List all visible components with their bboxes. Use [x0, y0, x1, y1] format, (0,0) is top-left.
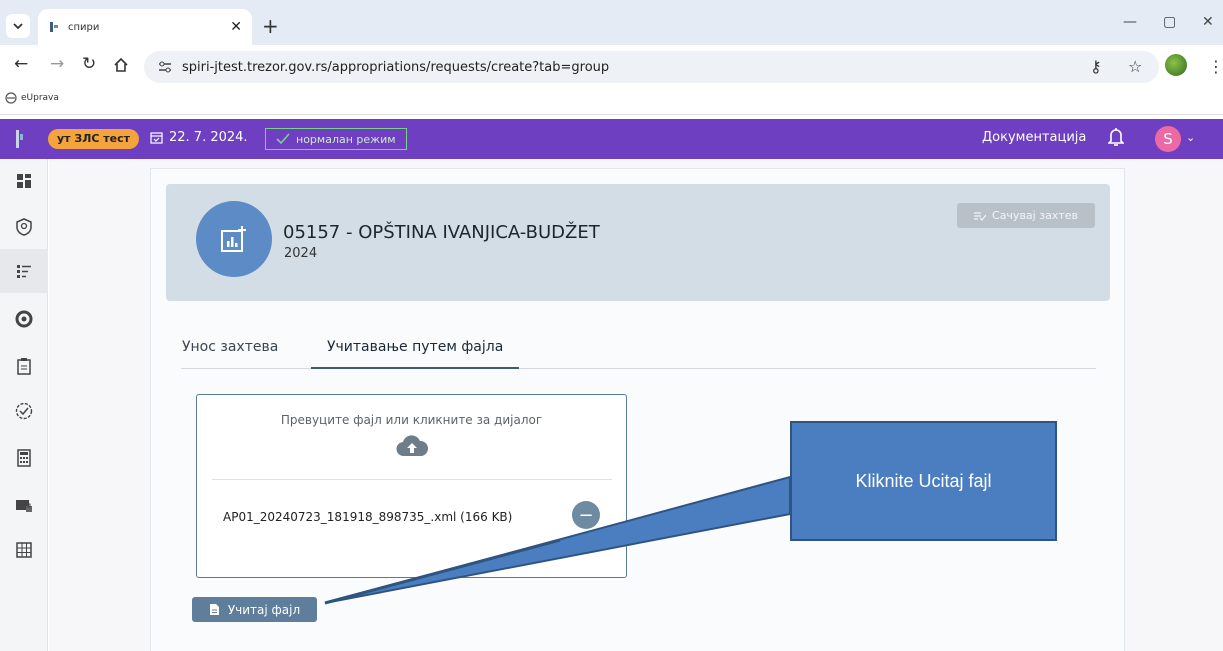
clipboard-icon — [17, 358, 31, 375]
rail-tables[interactable] — [0, 528, 48, 572]
instruction-callout: Kliknite Ucitaj fajl — [790, 421, 1057, 541]
calculator-icon — [17, 449, 31, 467]
tab-manual-entry[interactable]: Унос захтева — [182, 339, 278, 367]
bookmarks-bar — [0, 87, 1223, 115]
save-request-button[interactable]: Сачувај захтев — [957, 203, 1095, 228]
forward-icon[interactable]: → — [50, 54, 64, 74]
site-settings-icon[interactable] — [158, 61, 172, 73]
mode-indicator: нормалан режим — [265, 128, 407, 150]
documentation-link[interactable]: Документација — [982, 130, 1086, 145]
address-bar[interactable]: spiri-jtest.trezor.gov.rs/appropriations… — [144, 51, 1159, 83]
profile-avatar[interactable] — [1165, 54, 1187, 76]
rail-approvals[interactable] — [0, 389, 48, 433]
close-window-icon[interactable]: ✕ — [1202, 14, 1214, 30]
chevron-down-icon — [13, 23, 23, 30]
maximize-icon[interactable]: ▢ — [1163, 14, 1176, 30]
tab-search-button[interactable] — [6, 14, 30, 38]
org-chart-icon — [196, 201, 272, 277]
request-tabs: Унос захтева Учитавање путем фајла — [181, 329, 1096, 369]
tab-title: спири — [68, 21, 100, 33]
rail-security[interactable] — [0, 205, 48, 249]
bookmark-label: eUprava — [21, 93, 59, 103]
calendar-icon — [150, 132, 163, 144]
playlist-check-icon — [974, 211, 987, 221]
dropzone-hint: Превуците фајл или кликните за дијалог — [280, 413, 543, 427]
rail-calculator[interactable] — [0, 436, 48, 480]
chart-ring-icon — [15, 310, 33, 328]
shield-user-icon — [16, 218, 32, 236]
password-key-icon[interactable]: ⚷ — [1090, 57, 1102, 76]
left-navigation-rail — [0, 159, 48, 651]
rail-tasks[interactable] — [0, 344, 48, 388]
browser-tab[interactable]: спири ✕ — [38, 9, 252, 45]
budget-year: 2024 — [284, 246, 318, 261]
cloud-upload-icon — [396, 435, 428, 457]
check-circle-icon — [15, 402, 33, 420]
save-request-label: Сачувај захтев — [992, 209, 1078, 222]
file-icon — [209, 604, 219, 615]
rail-access[interactable] — [0, 484, 48, 528]
bookmark-star-icon[interactable]: ☆ — [1128, 57, 1142, 76]
upload-file-label: Учитај фајл — [227, 602, 301, 617]
home-icon[interactable] — [113, 57, 129, 73]
id-card-icon — [16, 500, 32, 512]
reload-icon[interactable]: ↻ — [82, 54, 96, 74]
url-text: spiri-jtest.trezor.gov.rs/appropriations… — [182, 59, 610, 75]
rail-dashboard[interactable] — [0, 159, 48, 203]
dropzone-divider — [212, 479, 612, 480]
rail-reports[interactable] — [0, 297, 48, 341]
minus-icon: − — [578, 504, 594, 526]
back-icon[interactable]: ← — [14, 54, 28, 74]
euprava-icon — [5, 92, 17, 104]
user-avatar[interactable]: S — [1155, 126, 1181, 152]
upload-file-button[interactable]: Учитај фајл — [192, 597, 317, 622]
callout-text: Kliknite Ucitaj fajl — [855, 470, 992, 491]
date-text: 22. 7. 2024. — [169, 130, 248, 145]
table-grid-icon — [16, 542, 32, 558]
checkmark-icon — [276, 133, 290, 145]
selected-file-name: AP01_20240723_181918_898735_.xml (166 KB… — [223, 510, 513, 524]
current-date: 22. 7. 2024. — [150, 130, 248, 145]
close-tab-icon[interactable]: ✕ — [230, 19, 242, 35]
dashboard-icon — [17, 174, 31, 188]
new-tab-button[interactable]: + — [262, 14, 279, 38]
bookmark-euprava[interactable]: eUprava — [5, 92, 59, 104]
user-menu-chevron-icon[interactable]: ⌄ — [1186, 131, 1195, 144]
favicon-icon — [50, 22, 58, 32]
bell-icon[interactable] — [1108, 127, 1124, 147]
tab-file-upload[interactable]: Учитавање путем фајла — [311, 339, 520, 369]
rail-requests[interactable] — [0, 249, 48, 293]
file-dropzone[interactable]: Превуците фајл или кликните за дијалог A… — [196, 394, 627, 578]
list-filter-icon — [17, 265, 31, 278]
mode-text: нормалан режим — [296, 132, 396, 146]
remove-file-button[interactable]: − — [572, 501, 600, 529]
environment-badge: ут ЗЛС тест — [48, 129, 139, 149]
app-logo[interactable] — [14, 128, 26, 150]
minimize-icon[interactable]: — — [1123, 14, 1137, 30]
menu-kebab-icon[interactable]: ⋮ — [1208, 57, 1223, 76]
org-name: 05157 - OPŠTINA IVANJICA-BUDŽET — [283, 222, 600, 243]
